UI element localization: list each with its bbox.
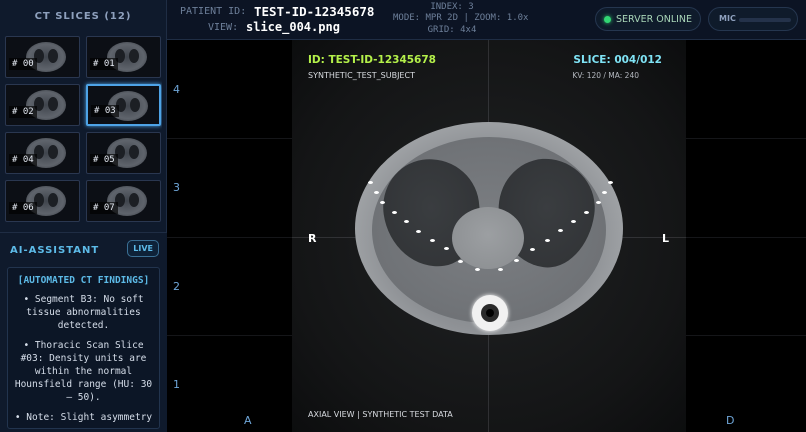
rib-marker-dot (584, 211, 589, 214)
slice-thumbnail[interactable]: # 01 (86, 36, 161, 78)
thumbnail-label: # 07 (90, 202, 118, 214)
grid-readout: GRID: 4x4 (427, 25, 477, 35)
grid-col-label: A (244, 414, 252, 427)
thumbnail-grid: # 00 # 01 # 02 # 03 # 04 # 05 # 06 # 07 (5, 36, 162, 224)
findings-header: [AUTOMATED CT FINDINGS] (17, 275, 150, 286)
grid-row-label: 4 (173, 83, 180, 96)
rib-marker-dot (444, 247, 449, 250)
thumbnail-label: # 01 (90, 58, 118, 70)
ai-assistant-panel: AI-ASSISTANT LIVE [AUTOMATED CT FINDINGS… (0, 232, 167, 432)
thumbnail-label: # 00 (9, 58, 37, 70)
slice-thumbnail[interactable]: # 00 (5, 36, 80, 78)
server-status-badge: SERVER ONLINE (595, 7, 701, 31)
rib-marker-dot (380, 201, 385, 204)
grid-row-label: 1 (173, 378, 180, 391)
rib-marker-dot (475, 268, 480, 271)
ct-viewer[interactable]: 4 3 2 1 A B C D ID: TEST-ID-12345678 SYN… (167, 40, 806, 432)
grid-row-label: 3 (173, 181, 180, 194)
mic-label: MIC (719, 14, 736, 23)
thumbnail-label: # 04 (9, 154, 37, 166)
rib-marker-dot (571, 220, 576, 223)
rib-marker-dot (596, 201, 601, 204)
header-bar: PATIENT ID: TEST-ID-12345678 VIEW: slice… (167, 0, 806, 40)
slice-thumbnail[interactable]: # 02 (5, 84, 80, 126)
overlay-subject: SYNTHETIC_TEST_SUBJECT (308, 71, 415, 80)
rib-marker-dot (392, 211, 397, 214)
overlay-slice-counter: SLICE: 004/012 (573, 54, 662, 66)
orientation-right-marker: R (308, 232, 317, 245)
rib-marker-dot (374, 191, 379, 194)
thumbnail-label: # 06 (9, 202, 37, 214)
view-file-value: slice_004.png (246, 20, 340, 34)
mic-level-bar (739, 18, 791, 22)
slice-thumbnail[interactable]: # 04 (5, 132, 80, 174)
rib-marker-dot (545, 239, 550, 242)
thumbnail-label: # 05 (90, 154, 118, 166)
rib-marker-dot (458, 260, 463, 263)
finding-item: • Segment B3: No soft tissue abnormaliti… (23, 294, 144, 331)
patient-id-value: TEST-ID-12345678 (254, 4, 375, 19)
grid-col-label: D (726, 414, 735, 427)
slice-thumbnail[interactable]: # 05 (86, 132, 161, 174)
rib-marker-dot (430, 239, 435, 242)
view-label: VIEW: (208, 22, 239, 33)
status-dot-icon (604, 15, 611, 23)
ct-scan-image[interactable]: ID: TEST-ID-12345678 SYNTHETIC_TEST_SUBJ… (292, 40, 686, 432)
orientation-left-marker: L (662, 232, 670, 245)
slice-thumbnail[interactable]: # 06 (5, 180, 80, 222)
rib-marker-dot (558, 229, 563, 232)
rib-marker-dot (368, 181, 373, 184)
mode-zoom-readout: MODE: MPR 2D | ZOOM: 1.0x (393, 13, 529, 23)
overlay-patient-id: ID: TEST-ID-12345678 (308, 54, 436, 66)
thumbnail-label: # 03 (91, 105, 119, 117)
rib-marker-dot (416, 230, 421, 233)
spinal-canal (486, 309, 494, 317)
ai-assistant-title: AI-ASSISTANT (10, 245, 100, 256)
finding-item: • Note: Slight asymmetry (14, 412, 153, 423)
slices-title: CT SLICES (12) (34, 10, 132, 22)
patient-id-label: PATIENT ID: (180, 6, 247, 17)
server-status-text: SERVER ONLINE (616, 13, 693, 25)
mic-control[interactable]: MIC (708, 7, 798, 31)
index-readout: INDEX: 3 (430, 2, 474, 12)
rib-marker-dot (530, 248, 535, 251)
finding-item: • Thoracic Scan Slice #03: Density units… (14, 340, 153, 403)
thumbnail-label: # 02 (9, 106, 37, 118)
rib-marker-dot (404, 220, 409, 223)
rib-marker-dot (608, 181, 613, 184)
slice-thumbnail[interactable]: # 03 (86, 84, 161, 126)
live-badge[interactable]: LIVE (127, 240, 159, 257)
overlay-footer: AXIAL VIEW | SYNTHETIC TEST DATA (308, 410, 453, 419)
rib-marker-dot (514, 259, 519, 262)
slice-thumbnail[interactable]: # 07 (86, 180, 161, 222)
overlay-kv-ma: KV: 120 / MA: 240 (572, 71, 639, 80)
slices-sidebar: CT SLICES (12) # 00 # 01 # 02 # 03 # 04 # 05 #… (0, 0, 167, 432)
findings-box: [AUTOMATED CT FINDINGS] • Segment B3: No… (7, 267, 160, 429)
rib-marker-dot (602, 191, 607, 194)
grid-row-label: 2 (173, 280, 180, 293)
rib-marker-dot (498, 268, 503, 271)
